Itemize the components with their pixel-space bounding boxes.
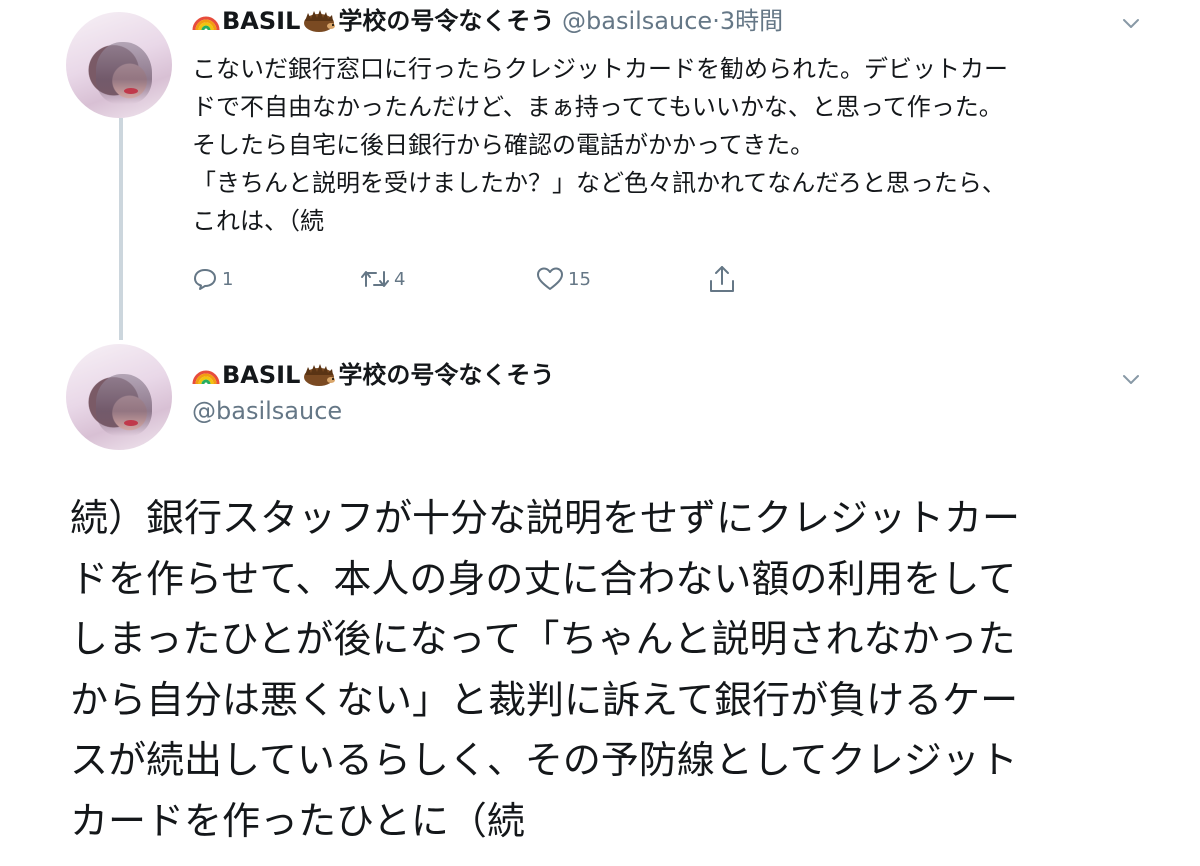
- tweet-text-line: そしたら自宅に後日銀行から確認の電話がかかってきた。: [192, 131, 815, 159]
- avatar-hair: [96, 374, 152, 436]
- heart-icon: [537, 267, 563, 290]
- hedgehog-icon: [304, 10, 336, 32]
- display-name-suffix[interactable]: 学校の号令なくそう: [338, 7, 554, 35]
- tweet-header: BASIL 学校の号令なくそう @basilsauce·3時間: [192, 6, 783, 36]
- display-name[interactable]: BASIL: [222, 7, 300, 35]
- avatar[interactable]: [66, 12, 172, 118]
- avatar[interactable]: [66, 344, 172, 450]
- avatar-hair: [96, 42, 152, 104]
- tweet-text-line: しまったひとが後になって「ちゃんと説明されなかった: [70, 617, 1016, 661]
- tweet-text-line: 続）銀行スタッフが十分な説明をせずにクレジットカー: [70, 496, 1021, 540]
- share-button[interactable]: [708, 262, 736, 296]
- chevron-down-icon[interactable]: [1120, 12, 1142, 34]
- reply-button[interactable]: 1: [192, 262, 233, 296]
- chevron-down-icon[interactable]: [1120, 368, 1142, 390]
- reply-count: 1: [222, 268, 234, 290]
- tweet-text-line: 「きちんと説明を受けましたか？」など色々訊かれてなんだろと思ったら、: [192, 169, 1006, 197]
- tweet-text-line: こないだ銀行窓口に行ったらクレジットカードを勧められた。デビットカー: [192, 55, 1008, 83]
- rainbow-icon: [192, 16, 220, 31]
- retweet-count: 4: [394, 268, 406, 290]
- retweet-icon: [361, 271, 389, 287]
- display-name[interactable]: BASIL: [222, 361, 300, 389]
- retweet-button[interactable]: 4: [360, 262, 405, 296]
- tweet-text-line: ドを作らせて、本人の身の丈に合わない額の利用をして: [70, 556, 1017, 601]
- tweet-text: 続）銀行スタッフが十分な説明をせずにクレジットカー ドを作らせて、本人の身の丈に…: [70, 488, 1180, 851]
- share-icon: [710, 266, 734, 292]
- timestamp[interactable]: 3時間: [720, 7, 783, 35]
- rainbow-icon: [192, 370, 220, 385]
- reply-icon: [194, 269, 216, 290]
- tweet-text-line: スが続出しているらしく、その予防線としてクレジット: [70, 738, 1018, 782]
- tweet-actions: 1 4 15: [192, 262, 752, 296]
- tweet-text-line: ドで不自由なかったんだけど、まぁ持っててもいいかな、と思って作った。: [192, 93, 1003, 121]
- user-handle[interactable]: @basilsauce: [562, 7, 712, 35]
- separator-dot: ·: [712, 7, 720, 35]
- like-button[interactable]: 15: [536, 262, 591, 296]
- tweet-text: こないだ銀行窓口に行ったらクレジットカードを勧められた。デビットカー ドで不自由…: [192, 50, 1152, 240]
- tweet-text-line: これは、（続: [192, 207, 324, 235]
- hedgehog-icon: [304, 364, 336, 386]
- user-handle[interactable]: @basilsauce: [192, 396, 342, 426]
- tweet-text-line: から自分は悪くない」と裁判に訴えて銀行が負けるケー: [70, 677, 1019, 722]
- thread-connector-line: [119, 118, 123, 340]
- display-name-suffix[interactable]: 学校の号令なくそう: [338, 361, 554, 389]
- avatar-lips: [124, 88, 138, 94]
- tweet-text-line: カードを作ったひとに（続: [70, 798, 525, 843]
- avatar-lips: [124, 420, 138, 426]
- tweet-header: BASIL 学校の号令なくそう: [192, 360, 554, 390]
- like-count: 15: [568, 268, 591, 290]
